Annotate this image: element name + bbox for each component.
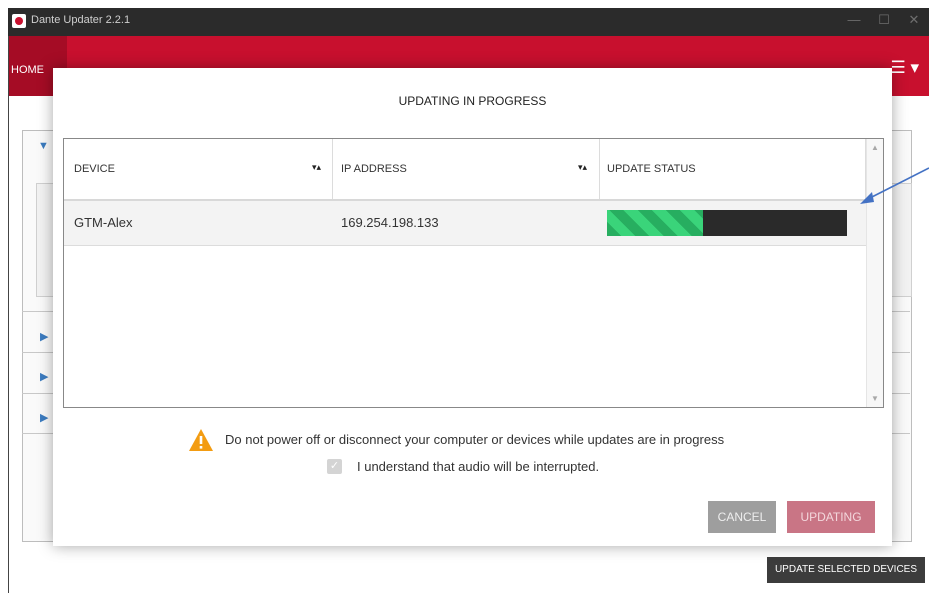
sort-icon[interactable]: ▾▴ [578,162,587,173]
scroll-up-icon[interactable]: ▲ [871,143,879,152]
expand-arrow-icon[interactable]: ▶ [40,411,48,424]
device-table: DEVICE ▾▴ IP ADDRESS ▾▴ UPDATE STATUS GT… [63,138,884,408]
updating-button[interactable]: UPDATING [787,501,875,533]
expand-arrow-icon[interactable]: ▶ [40,370,48,383]
warning-message: Do not power off or disconnect your comp… [53,428,892,454]
update-progress-bar [607,210,847,236]
annotation-arrow-icon [860,167,929,204]
tab-home-label: HOME [11,64,44,76]
progress-fill [607,210,703,236]
warning-icon [189,429,213,451]
sort-icon[interactable]: ▾▴ [312,162,321,173]
window-title: Dante Updater 2.2.1 [31,14,131,26]
acknowledge-checkbox[interactable]: ✓ [327,459,342,474]
warning-text: Do not power off or disconnect your comp… [225,432,725,447]
app-logo-icon [12,14,26,28]
window-border [8,36,9,593]
column-header-ip-address[interactable]: IP ADDRESS [341,139,407,199]
device-name-cell: GTM-Alex [74,215,133,230]
column-header-device[interactable]: DEVICE [74,139,115,199]
acknowledge-label: I understand that audio will be interrup… [357,459,600,474]
column-separator [599,139,600,199]
table-row[interactable]: GTM-Alex 169.254.198.133 [64,201,866,246]
scroll-down-icon[interactable]: ▼ [871,394,879,403]
expand-arrow-icon[interactable]: ▶ [40,330,48,343]
ip-address-cell: 169.254.198.133 [341,215,439,230]
table-header: DEVICE ▾▴ IP ADDRESS ▾▴ UPDATE STATUS [64,139,866,201]
cancel-button[interactable]: CANCEL [708,501,776,533]
column-header-update-status[interactable]: UPDATE STATUS [607,139,696,199]
update-selected-devices-button[interactable]: UPDATE SELECTED DEVICES [767,557,925,583]
hamburger-icon[interactable]: ☰ ▾ [891,58,920,78]
collapse-arrow-icon[interactable]: ▼ [38,140,49,152]
acknowledge-row: ✓ I understand that audio will be interr… [53,458,892,480]
update-progress-dialog: UPDATING IN PROGRESS DEVICE ▾▴ IP ADDRES… [53,68,892,546]
minimize-button[interactable]: — [839,12,869,27]
title-bar: Dante Updater 2.2.1 — ☐ ✕ [8,8,929,36]
dialog-title: UPDATING IN PROGRESS [398,94,547,108]
close-button[interactable]: ✕ [899,12,929,28]
maximize-button[interactable]: ☐ [869,12,899,28]
column-separator [332,139,333,199]
